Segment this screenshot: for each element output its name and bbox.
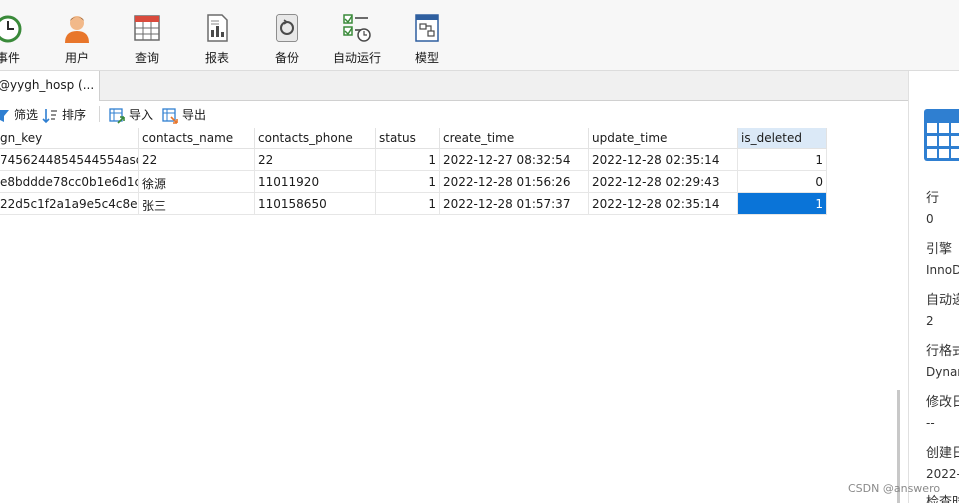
table-cell[interactable]: 22d5c1f2a1a9e5c4c8ee6 bbox=[0, 193, 139, 215]
filter-button[interactable]: 筛选 bbox=[0, 106, 38, 124]
toolbar-user-label: 用户 bbox=[64, 51, 89, 65]
main-toolbar: 事件 用户 查询 报表 备份 自动运行 模型 bbox=[0, 0, 959, 71]
column-header[interactable]: create_time bbox=[440, 128, 589, 149]
toolbar-report-label: 报表 bbox=[204, 51, 229, 65]
query-grid-icon bbox=[134, 15, 160, 41]
prop-auto-increment: 自动递 2 bbox=[926, 293, 959, 328]
table-cell[interactable]: 7456244854544554asda bbox=[0, 149, 139, 171]
sort-label: 排序 bbox=[62, 108, 87, 122]
prop-modified-date: 修改日 -- bbox=[926, 395, 959, 430]
toolbar-backup-button[interactable]: 备份 bbox=[266, 0, 308, 71]
filter-icon bbox=[0, 109, 9, 122]
table-cell[interactable]: 2022-12-27 08:32:54 bbox=[440, 149, 589, 171]
table-cell[interactable]: e8bddde78cc0b1e6d1c7 bbox=[0, 171, 139, 193]
object-info-panel: 行 0 引擎 InnoD 自动递 2 行格式 Dynar 修改日 -- 创建日 … bbox=[909, 71, 959, 503]
column-header[interactable]: status bbox=[376, 128, 440, 149]
export-icon bbox=[162, 107, 178, 124]
import-label: 导入 bbox=[129, 108, 154, 122]
table-cell[interactable]: 11011920 bbox=[255, 171, 376, 193]
data-grid[interactable]: gn_key contacts_name contacts_phone stat… bbox=[0, 128, 908, 503]
backup-icon bbox=[276, 14, 298, 42]
tab-table-title: @yygh_hosp (... bbox=[0, 78, 95, 92]
table-cell[interactable]: 2022-12-28 02:29:43 bbox=[589, 171, 738, 193]
column-header-selected[interactable]: is_deleted bbox=[738, 128, 827, 149]
model-icon bbox=[415, 14, 439, 42]
sort-button[interactable]: 排序 bbox=[42, 106, 86, 124]
toolbar-backup-label: 备份 bbox=[274, 51, 299, 65]
toolbar-event-label: 事件 bbox=[0, 51, 20, 65]
prop-row-format: 行格式 Dynar bbox=[926, 344, 959, 379]
toolbar-separator bbox=[99, 106, 100, 122]
table-cell[interactable]: 2022-12-28 01:56:26 bbox=[440, 171, 589, 193]
toolbar-model-button[interactable]: 模型 bbox=[406, 0, 448, 71]
column-header[interactable]: gn_key bbox=[0, 128, 139, 149]
toolbar-model-label: 模型 bbox=[414, 51, 439, 65]
auto-run-icon bbox=[343, 14, 371, 42]
toolbar-report-button[interactable]: 报表 bbox=[196, 0, 238, 71]
tab-bar: @yygh_hosp (... bbox=[0, 71, 908, 101]
table-cell[interactable]: 22 bbox=[139, 149, 255, 171]
table-cell[interactable]: 2022-12-28 01:57:37 bbox=[440, 193, 589, 215]
user-icon bbox=[65, 16, 89, 43]
data-toolbar: 筛选 排序 导入 导出 bbox=[0, 101, 908, 127]
table-cell[interactable]: 110158650 bbox=[255, 193, 376, 215]
table-cell[interactable]: 1 bbox=[376, 171, 440, 193]
export-button[interactable]: 导出 bbox=[162, 106, 206, 124]
watermark: CSDN @answero bbox=[848, 482, 941, 495]
report-icon bbox=[207, 14, 228, 42]
table-cell[interactable]: 张三 bbox=[139, 193, 255, 215]
import-icon bbox=[109, 107, 125, 124]
table-cell[interactable]: 22 bbox=[255, 149, 376, 171]
prop-created-date: 创建日 2022- bbox=[926, 446, 959, 481]
toolbar-query-label: 查询 bbox=[134, 51, 159, 65]
filter-label: 筛选 bbox=[14, 108, 39, 122]
clock-event-icon bbox=[0, 15, 22, 43]
toolbar-event-button[interactable]: 事件 bbox=[0, 0, 30, 71]
table-icon bbox=[924, 109, 959, 161]
column-header[interactable]: contacts_phone bbox=[255, 128, 376, 149]
table-cell[interactable]: 徐源 bbox=[139, 171, 255, 193]
prop-rows: 行 0 bbox=[926, 191, 940, 226]
toolbar-auto-run-button[interactable]: 自动运行 bbox=[330, 0, 384, 71]
export-label: 导出 bbox=[182, 108, 207, 122]
table-cell[interactable]: 1 bbox=[738, 149, 827, 171]
table-cell[interactable]: 2022-12-28 02:35:14 bbox=[589, 193, 738, 215]
column-header[interactable]: contacts_name bbox=[139, 128, 255, 149]
column-header[interactable]: update_time bbox=[589, 128, 738, 149]
table-cell[interactable]: 0 bbox=[738, 171, 827, 193]
table-cell[interactable]: 2022-12-28 02:35:14 bbox=[589, 149, 738, 171]
tab-table[interactable]: @yygh_hosp (... bbox=[0, 71, 100, 101]
table-cell[interactable]: 1 bbox=[376, 193, 440, 215]
sort-icon bbox=[42, 108, 57, 123]
toolbar-auto-run-label: 自动运行 bbox=[332, 51, 381, 65]
import-button[interactable]: 导入 bbox=[109, 106, 153, 124]
prop-engine: 引擎 InnoD bbox=[926, 242, 959, 277]
table-cell-selected[interactable]: 1 bbox=[738, 193, 827, 215]
toolbar-user-button[interactable]: 用户 bbox=[56, 0, 98, 71]
table-cell[interactable]: 1 bbox=[376, 149, 440, 171]
toolbar-query-button[interactable]: 查询 bbox=[126, 0, 168, 71]
